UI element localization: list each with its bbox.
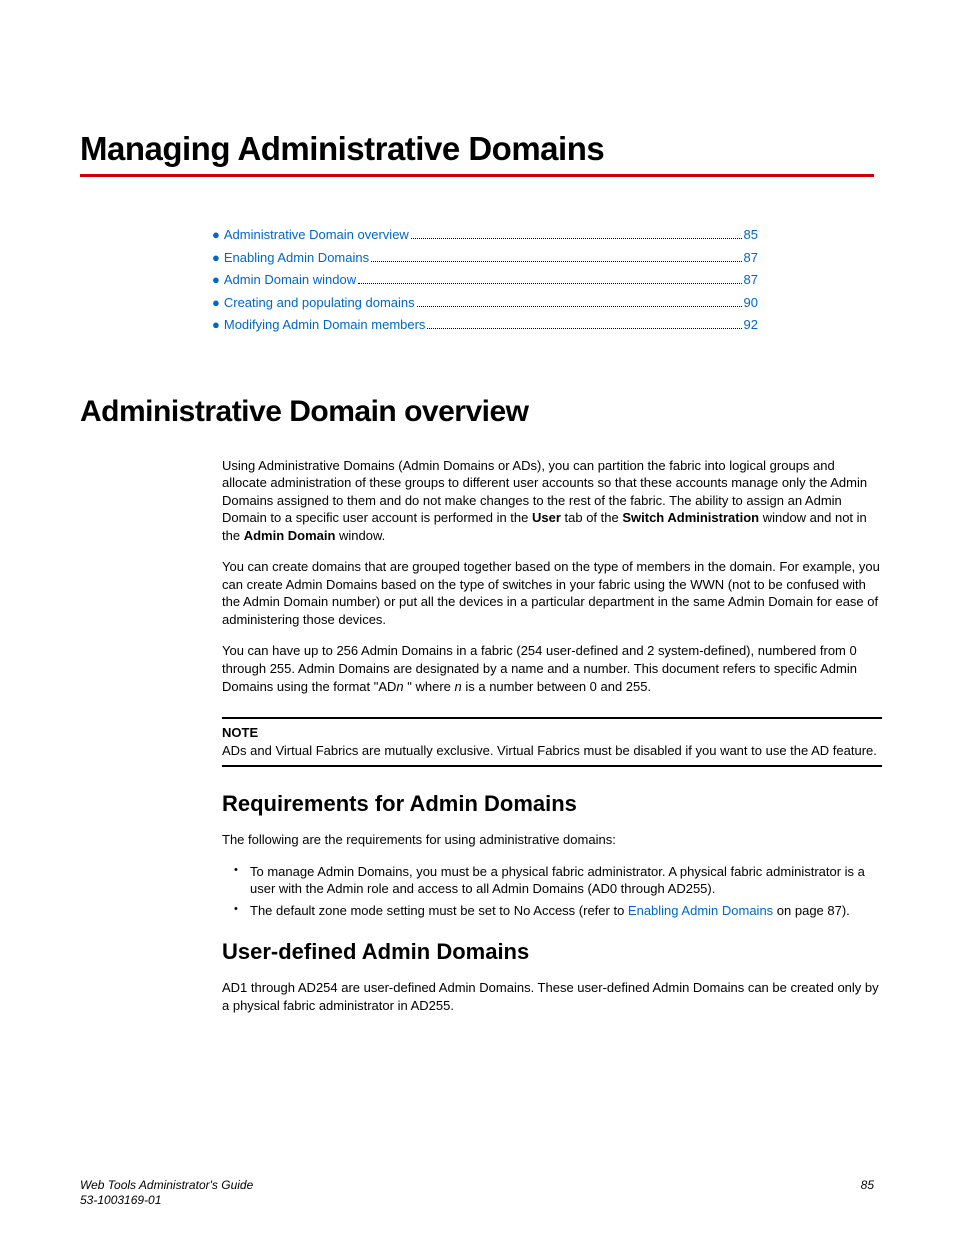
text: on page 87). bbox=[773, 903, 850, 918]
note-block: NOTE ADs and Virtual Fabrics are mutuall… bbox=[222, 717, 882, 767]
toc-page[interactable]: 90 bbox=[744, 293, 758, 313]
footer-guide: Web Tools Administrator's Guide bbox=[80, 1178, 253, 1192]
toc-page[interactable]: 85 bbox=[744, 225, 758, 245]
toc-leader bbox=[371, 261, 741, 262]
toc-page[interactable]: 87 bbox=[744, 248, 758, 268]
subsection-title-requirements: Requirements for Admin Domains bbox=[222, 791, 882, 817]
note-rule-bottom bbox=[222, 765, 882, 767]
toc-page[interactable]: 92 bbox=[744, 315, 758, 335]
bold-text: Switch Administration bbox=[622, 510, 759, 525]
toc-page[interactable]: 87 bbox=[744, 270, 758, 290]
footer-left: Web Tools Administrator's Guide 53-10031… bbox=[80, 1178, 253, 1209]
note-text: ADs and Virtual Fabrics are mutually exc… bbox=[222, 743, 877, 758]
footer-page-number: 85 bbox=[861, 1178, 874, 1209]
link-enabling-admin-domains[interactable]: Enabling Admin Domains bbox=[628, 903, 773, 918]
chapter-title: Managing Administrative Domains bbox=[80, 130, 874, 168]
bullet-icon: ● bbox=[212, 225, 220, 245]
list-item: The default zone mode setting must be se… bbox=[238, 902, 882, 920]
bullet-icon: ● bbox=[212, 293, 220, 313]
bullet-icon: ● bbox=[212, 248, 220, 268]
text: " where bbox=[404, 679, 455, 694]
toc-row: ● Modifying Admin Domain members 92 bbox=[212, 315, 758, 335]
italic-text: n bbox=[455, 679, 462, 694]
toc-leader bbox=[417, 306, 742, 307]
paragraph: AD1 through AD254 are user-defined Admin… bbox=[222, 979, 882, 1014]
toc-row: ● Admin Domain window 87 bbox=[212, 270, 758, 290]
toc-link-window[interactable]: Admin Domain window bbox=[224, 270, 356, 290]
paragraph: You can create domains that are grouped … bbox=[222, 558, 882, 628]
toc-link-enabling[interactable]: Enabling Admin Domains bbox=[224, 248, 369, 268]
text: tab of the bbox=[561, 510, 622, 525]
toc-leader bbox=[427, 328, 741, 329]
footer-docnum: 53-1003169-01 bbox=[80, 1193, 161, 1207]
bullet-list: To manage Admin Domains, you must be a p… bbox=[222, 863, 882, 920]
toc-row: ● Administrative Domain overview 85 bbox=[212, 225, 758, 245]
text: The default zone mode setting must be se… bbox=[250, 903, 628, 918]
toc-link-overview[interactable]: Administrative Domain overview bbox=[224, 225, 409, 245]
toc-leader bbox=[358, 283, 741, 284]
note-label: NOTE bbox=[222, 725, 258, 740]
toc-link-modifying[interactable]: Modifying Admin Domain members bbox=[224, 315, 426, 335]
bullet-icon: ● bbox=[212, 315, 220, 335]
chapter-rule bbox=[80, 174, 874, 177]
list-item: To manage Admin Domains, you must be a p… bbox=[238, 863, 882, 898]
toc-link-creating[interactable]: Creating and populating domains bbox=[224, 293, 415, 313]
bold-text: User bbox=[532, 510, 561, 525]
page: Managing Administrative Domains ● Admini… bbox=[0, 0, 954, 1235]
toc-leader bbox=[411, 238, 742, 239]
paragraph: Using Administrative Domains (Admin Doma… bbox=[222, 457, 882, 545]
toc-row: ● Creating and populating domains 90 bbox=[212, 293, 758, 313]
toc-row: ● Enabling Admin Domains 87 bbox=[212, 248, 758, 268]
bullet-icon: ● bbox=[212, 270, 220, 290]
body-block: Using Administrative Domains (Admin Doma… bbox=[222, 457, 882, 1015]
mini-toc: ● Administrative Domain overview 85 ● En… bbox=[212, 225, 758, 335]
bold-text: Admin Domain bbox=[244, 528, 336, 543]
page-footer: Web Tools Administrator's Guide 53-10031… bbox=[80, 1178, 874, 1209]
note-body: NOTE ADs and Virtual Fabrics are mutuall… bbox=[222, 719, 882, 765]
section-title-overview: Administrative Domain overview bbox=[80, 395, 874, 429]
italic-text: n bbox=[396, 679, 403, 694]
text: window. bbox=[335, 528, 385, 543]
paragraph: The following are the requirements for u… bbox=[222, 831, 882, 849]
paragraph: You can have up to 256 Admin Domains in … bbox=[222, 642, 882, 695]
subsection-title-userdefined: User-defined Admin Domains bbox=[222, 939, 882, 965]
text: is a number between 0 and 255. bbox=[462, 679, 651, 694]
